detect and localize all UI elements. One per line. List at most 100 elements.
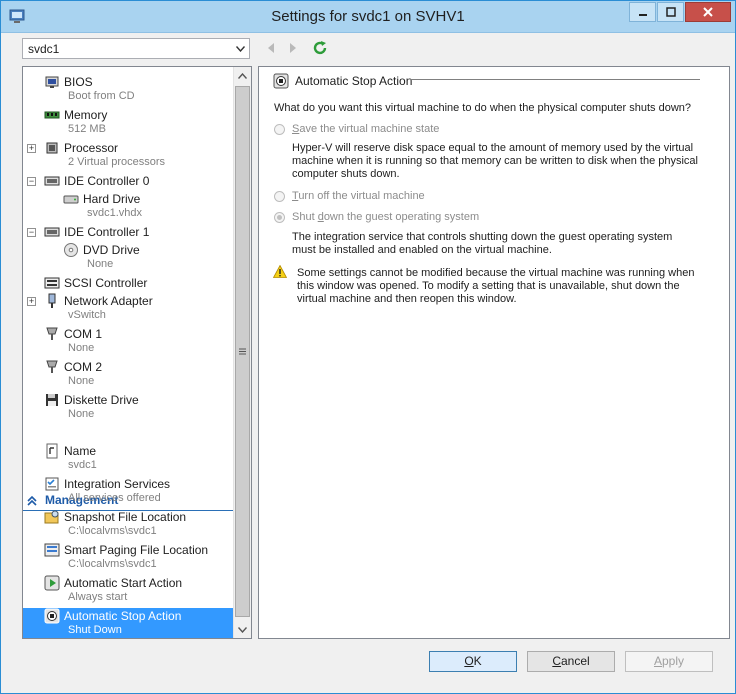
tree-item-value: C:\localvms\svdc1 bbox=[68, 558, 157, 570]
tree-item-label: SCSI Controller bbox=[64, 276, 148, 290]
forward-arrow-icon bbox=[290, 43, 296, 53]
tree-item-label: Smart Paging File Location bbox=[64, 543, 209, 557]
tree-item-label: DVD Drive bbox=[83, 243, 140, 257]
mnemonic-letter: C bbox=[552, 654, 561, 668]
minimize-button[interactable] bbox=[629, 2, 656, 22]
tree-item-ide-controller-1[interactable]: − IDE Controller 1 bbox=[23, 224, 234, 242]
snapshot-location-icon bbox=[44, 510, 59, 524]
cancel-button[interactable]: Cancel bbox=[527, 651, 615, 672]
tree-item-network-adapter[interactable]: + Network Adapter vSwitch bbox=[23, 293, 234, 326]
tree-item-value: 2 Virtual processors bbox=[68, 156, 166, 168]
scsi-controller-icon bbox=[44, 277, 60, 289]
tree-item-label: Memory bbox=[64, 108, 108, 122]
title-bar[interactable]: Settings for svdc1 on SVHV1 bbox=[1, 1, 735, 33]
tree-item-label: Automatic Stop Action bbox=[64, 609, 182, 623]
detail-heading-label: Automatic Stop Action bbox=[295, 74, 413, 88]
tree-item-smart-paging-file-location[interactable]: Smart Paging File Location C:\localvms\sv… bbox=[23, 542, 234, 575]
shut-down-radio[interactable] bbox=[274, 212, 285, 223]
tree-item-label: IDE Controller 0 bbox=[64, 174, 150, 188]
chevron-up-icon bbox=[238, 72, 247, 79]
scroll-thumb[interactable] bbox=[235, 86, 250, 617]
hardware-tree-panel: BIOS Boot from CD Memory 512 MB + Processor 2 … bbox=[22, 66, 252, 639]
ide-controller-icon bbox=[44, 176, 60, 186]
tree-item-label: Snapshot File Location bbox=[64, 510, 187, 524]
maximize-icon bbox=[665, 7, 676, 17]
turn-off-radio[interactable] bbox=[274, 191, 285, 202]
tree-item-processor[interactable]: + Processor 2 Virtual processors bbox=[23, 140, 234, 173]
tree-item-label: Diskette Drive bbox=[64, 393, 139, 407]
tree-item-com-1[interactable]: COM 1 None bbox=[23, 326, 234, 359]
warning-line-1: Some settings cannot be modified because… bbox=[297, 267, 695, 279]
apply-button[interactable]: Apply bbox=[625, 651, 713, 672]
shut-down-label[interactable]: Shut down the guest operating system bbox=[292, 211, 479, 224]
vm-selector-value: svdc1 bbox=[28, 42, 60, 56]
dvd-drive-icon bbox=[64, 243, 78, 257]
tree-item-com-2[interactable]: COM 2 None bbox=[23, 359, 234, 392]
shut-down-description-2: must be installed and enabled on the vir… bbox=[292, 244, 552, 256]
chevron-down-icon bbox=[233, 41, 247, 56]
tree-item-value: None bbox=[68, 342, 95, 354]
back-button[interactable] bbox=[263, 40, 279, 56]
scroll-down-button[interactable] bbox=[234, 621, 251, 638]
back-arrow-icon bbox=[268, 43, 274, 53]
turn-off-label-text: urn off the virtual machine bbox=[298, 190, 425, 202]
tree-item-label: COM 1 bbox=[64, 327, 103, 341]
stop-action-question: What do you want this virtual machine to… bbox=[274, 102, 692, 114]
tree-item-dvd-drive[interactable]: DVD Drive None bbox=[23, 242, 234, 275]
tree-item-hard-drive[interactable]: Hard Drive svdc1.vhdx bbox=[23, 191, 234, 224]
network-adapter-icon bbox=[48, 293, 56, 308]
tree-item-integration-services[interactable]: Integration Services All services offered bbox=[23, 476, 234, 509]
tree-item-memory[interactable]: Memory 512 MB bbox=[23, 107, 234, 140]
save-state-description-2: machine when it is running so that memor… bbox=[292, 155, 698, 167]
collapse-icon[interactable]: − bbox=[27, 228, 36, 237]
ok-label: OK bbox=[464, 654, 482, 668]
save-state-radio[interactable] bbox=[274, 124, 285, 135]
tree-item-value: Always start bbox=[68, 591, 128, 603]
detail-panel: Automatic Stop Action What do you want t… bbox=[258, 66, 730, 639]
com-port-icon bbox=[46, 360, 58, 373]
tree-item-scsi-controller[interactable]: SCSI Controller bbox=[23, 275, 234, 293]
maximize-button[interactable] bbox=[657, 2, 684, 22]
refresh-button[interactable] bbox=[312, 40, 328, 56]
save-state-label[interactable]: Save the virtual machine state bbox=[292, 123, 439, 136]
turn-off-label[interactable]: Turn off the virtual machine bbox=[292, 190, 425, 203]
shut-down-label-text: own the guest operating system bbox=[323, 211, 480, 223]
shut-down-prefix: Shut bbox=[292, 211, 318, 223]
tree-item-automatic-start-action[interactable]: Automatic Start Action Always start bbox=[23, 575, 234, 608]
ok-button[interactable]: OK bbox=[429, 651, 517, 672]
integration-services-icon bbox=[45, 477, 59, 491]
close-button[interactable] bbox=[685, 2, 731, 22]
tree-item-add-hardware[interactable] bbox=[23, 67, 234, 69]
tree-item-name[interactable]: Name svdc1 bbox=[23, 443, 234, 476]
tree-item-ide-controller-0[interactable]: − IDE Controller 0 bbox=[23, 173, 234, 191]
settings-window: Settings for svdc1 on SVHV1 svdc1 BIOS B… bbox=[0, 0, 736, 694]
tree-item-bios[interactable]: BIOS Boot from CD bbox=[23, 74, 234, 107]
tree-item-value: C:\localvms\svdc1 bbox=[68, 525, 157, 537]
tree-item-label: Name bbox=[64, 444, 97, 458]
collapse-icon[interactable]: − bbox=[27, 177, 36, 186]
forward-button[interactable] bbox=[285, 40, 301, 56]
heading-divider bbox=[410, 79, 700, 80]
tree-item-automatic-stop-action[interactable]: Automatic Stop Action Shut Down bbox=[23, 608, 234, 638]
tree-item-label: BIOS bbox=[64, 75, 93, 89]
tree-item-value: Shut Down bbox=[68, 624, 122, 636]
warning-line-3: virtual machine and then reopen this win… bbox=[297, 293, 517, 305]
expand-icon[interactable]: + bbox=[27, 297, 36, 306]
tree-item-snapshot-file-location[interactable]: Snapshot File Location C:\localvms\svdc1 bbox=[23, 509, 234, 542]
apply-label: Apply bbox=[653, 654, 685, 668]
tree-item-value: None bbox=[68, 408, 95, 420]
warning-line-2: this window was opened. To modify a sett… bbox=[297, 280, 680, 292]
tree-item-label: Integration Services bbox=[64, 477, 171, 491]
minimize-icon bbox=[638, 14, 647, 16]
window-title: Settings for svdc1 on SVHV1 bbox=[271, 8, 465, 25]
scroll-up-button[interactable] bbox=[234, 67, 251, 84]
tree-item-label: Hard Drive bbox=[83, 192, 141, 206]
tree-item-value: svdc1.vhdx bbox=[87, 207, 143, 219]
vm-selector-dropdown[interactable]: svdc1 bbox=[22, 38, 250, 59]
expand-icon[interactable]: + bbox=[27, 144, 36, 153]
tree-scrollbar[interactable] bbox=[233, 67, 251, 638]
tree-item-diskette-drive[interactable]: Diskette Drive None bbox=[23, 392, 234, 425]
tree-item-label: COM 2 bbox=[64, 360, 103, 374]
automatic-stop-icon bbox=[273, 73, 289, 89]
com-port-icon bbox=[46, 327, 58, 340]
